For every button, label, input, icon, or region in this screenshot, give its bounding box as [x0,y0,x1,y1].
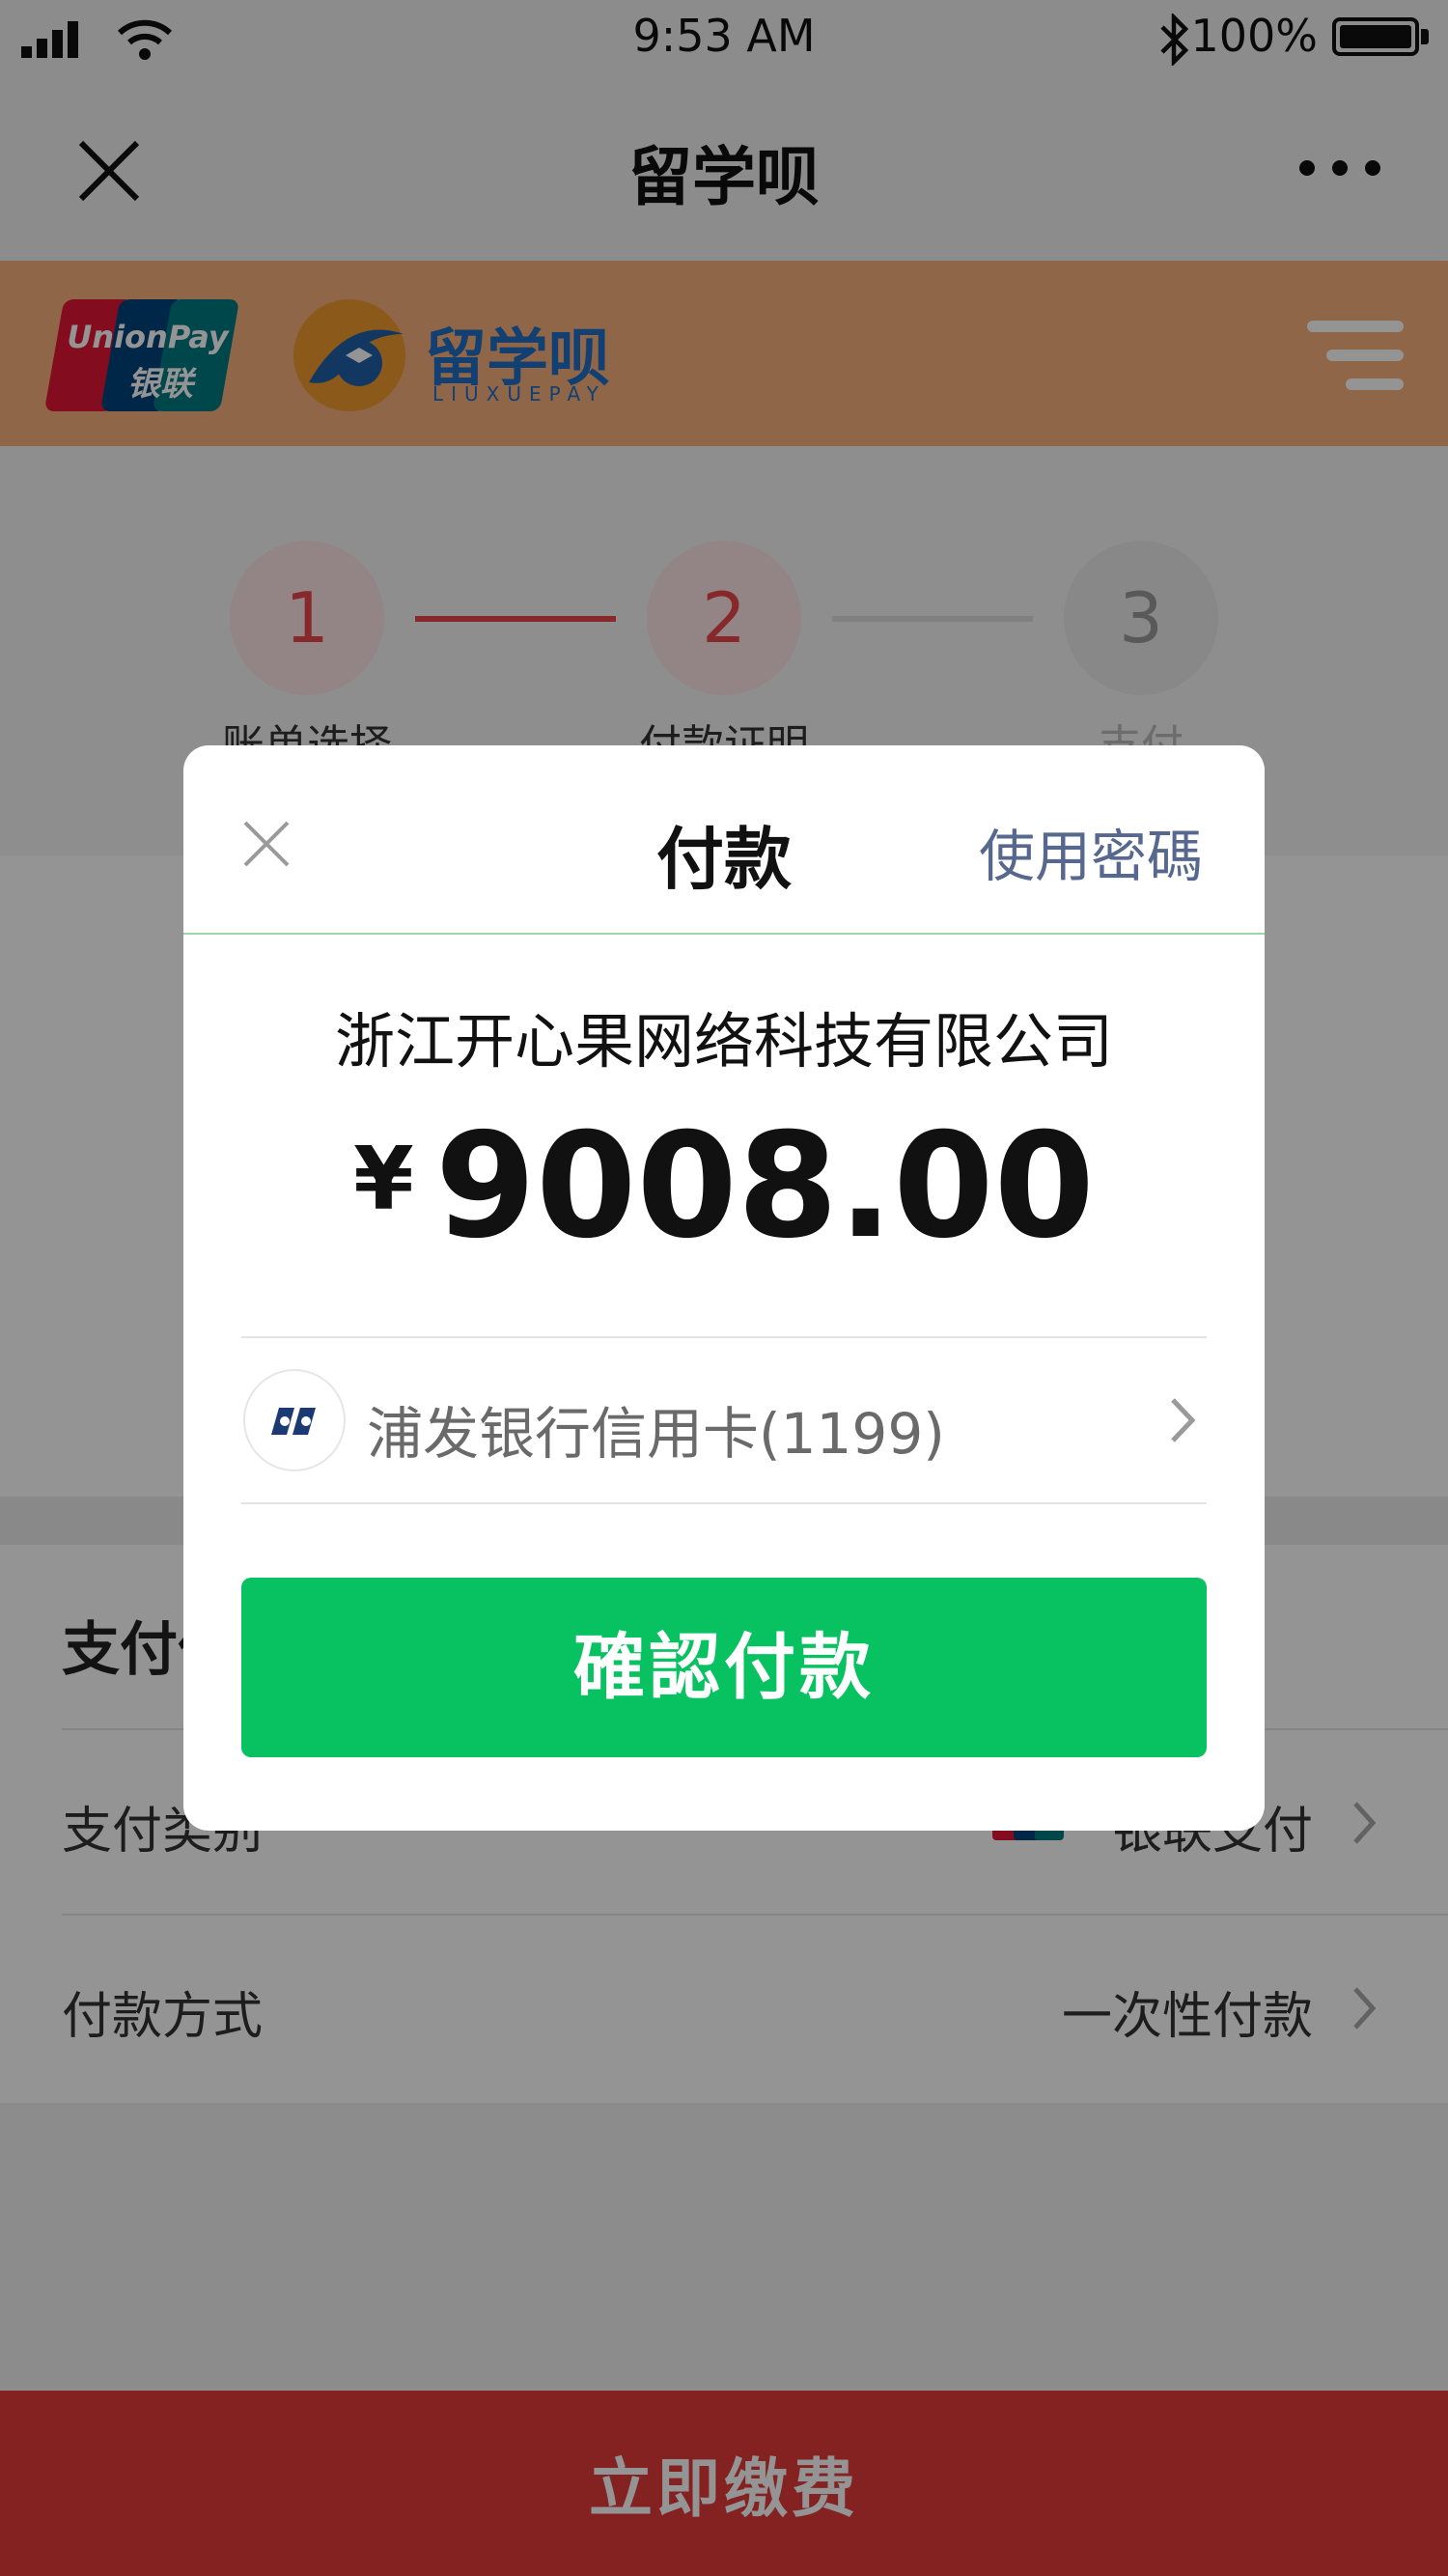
confirm-payment-button[interactable]: 確認付款 [241,1578,1207,1757]
merchant-name: 浙江开心果网络科技有限公司 [334,1006,1113,1077]
amount-display: ¥9008.00 [183,1103,1265,1271]
payment-modal: 付款 使用密碼 浙江开心果网络科技有限公司 ¥9008.00 浦发银行信用卡(1… [183,745,1265,1831]
currency-symbol: ¥ [353,1129,414,1230]
spdb-bank-icon [243,1369,346,1471]
chevron-right-icon [1171,1398,1196,1442]
modal-header-divider [183,933,1265,935]
amount-value: 9008.00 [434,1103,1095,1271]
payment-card-selector[interactable]: 浦发银行信用卡(1199) [241,1338,1207,1502]
use-password-link[interactable]: 使用密碼 [979,811,1203,892]
card-name: 浦发银行信用卡(1199) [367,1401,945,1467]
